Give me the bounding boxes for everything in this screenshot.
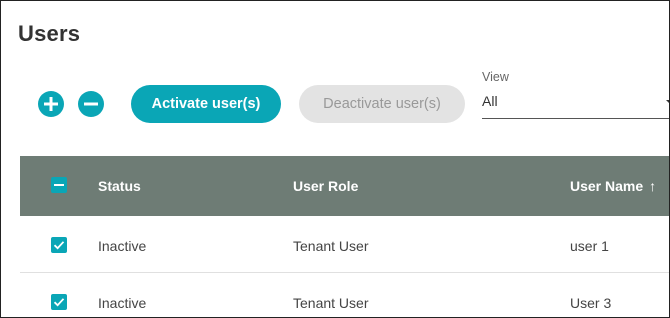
- sort-ascending-icon: ↑: [649, 178, 657, 194]
- view-select[interactable]: All: [482, 91, 669, 119]
- cell-user-name: User 3: [570, 295, 612, 311]
- users-panel: Users Activate user(s) Deactivate user(s…: [0, 0, 670, 318]
- dropdown-arrow-icon: [666, 100, 669, 105]
- remove-user-button[interactable]: [78, 91, 104, 117]
- check-icon: [53, 298, 65, 307]
- view-selected-value: All: [482, 93, 498, 109]
- check-icon: [53, 241, 65, 250]
- minus-icon: [84, 102, 98, 106]
- select-all-checkbox[interactable]: [51, 177, 67, 193]
- table-row[interactable]: Inactive Tenant User User 3: [20, 273, 669, 317]
- deactivate-users-button[interactable]: Deactivate user(s): [299, 85, 465, 123]
- view-label: View: [482, 70, 509, 84]
- cell-status: Inactive: [98, 238, 147, 254]
- column-header-user-name[interactable]: User Name ↑: [570, 178, 656, 194]
- plus-icon: [44, 97, 58, 111]
- activate-users-button[interactable]: Activate user(s): [131, 85, 281, 123]
- cell-user-role: Tenant User: [293, 238, 369, 254]
- column-header-user-role[interactable]: User Role: [293, 178, 358, 194]
- page-title: Users: [18, 21, 81, 46]
- cell-user-role: Tenant User: [293, 295, 369, 311]
- cell-status: Inactive: [98, 295, 147, 311]
- row-checkbox[interactable]: [51, 294, 67, 310]
- add-user-button[interactable]: [38, 91, 64, 117]
- table-header: Status User Role User Name ↑: [20, 156, 669, 216]
- column-header-user-name-label: User Name: [570, 178, 644, 194]
- users-table: Status User Role User Name ↑ Inactive Ten…: [20, 156, 669, 317]
- row-checkbox[interactable]: [51, 237, 67, 253]
- cell-user-name: user 1: [570, 238, 609, 254]
- column-header-status[interactable]: Status: [98, 178, 141, 194]
- table-row[interactable]: Inactive Tenant User user 1: [20, 216, 669, 273]
